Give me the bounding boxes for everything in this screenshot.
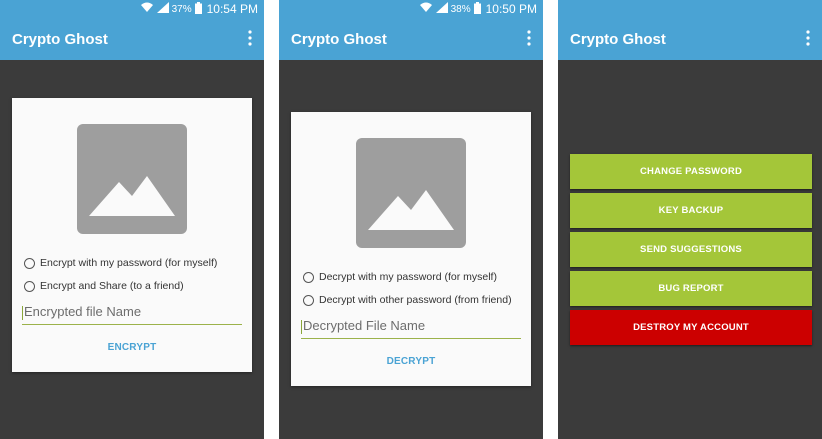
field-placeholder: Encrypted file Name	[24, 304, 142, 319]
signal-icon	[435, 2, 448, 16]
decrypt-card: Decrypt with my password (for myself) De…	[291, 112, 531, 386]
option-decrypt-myself[interactable]: Decrypt with my password (for myself)	[303, 271, 497, 283]
option-decrypt-friend[interactable]: Decrypt with other password (from friend…	[303, 294, 512, 306]
status-bar	[558, 0, 822, 18]
clock: 10:50 PM	[485, 2, 537, 16]
app-title: Crypto Ghost	[291, 30, 387, 48]
text-cursor	[22, 305, 23, 320]
overflow-menu-icon[interactable]	[248, 30, 252, 48]
key-backup-button[interactable]: KEY BACKUP	[570, 193, 812, 228]
image-placeholder-icon[interactable]	[356, 138, 466, 248]
signal-icon	[156, 2, 169, 16]
screen-encrypt: 37% 10:54 PM Crypto Ghost Encrypt with m…	[0, 0, 264, 439]
send-suggestions-button[interactable]: SEND SUGGESTIONS	[570, 232, 812, 267]
app-title: Crypto Ghost	[12, 30, 108, 48]
option-encrypt-share[interactable]: Encrypt and Share (to a friend)	[24, 280, 184, 292]
app-title: Crypto Ghost	[570, 30, 666, 48]
battery-icon	[473, 1, 481, 17]
status-bar: 38% 10:50 PM	[279, 0, 543, 18]
text-cursor	[301, 319, 302, 334]
clock: 10:54 PM	[206, 2, 258, 16]
radio-button[interactable]	[24, 280, 35, 292]
field-placeholder: Decrypted File Name	[303, 318, 426, 333]
overflow-menu-icon[interactable]	[806, 30, 810, 48]
radio-button[interactable]	[24, 257, 35, 269]
option-label: Encrypt and Share (to a friend)	[40, 280, 184, 292]
battery-percent: 38%	[450, 3, 471, 15]
encrypted-file-name-input[interactable]: Encrypted file Name	[22, 304, 242, 325]
destroy-account-button[interactable]: DESTROY MY ACCOUNT	[570, 310, 812, 345]
app-bar: Crypto Ghost	[558, 18, 822, 60]
radio-button[interactable]	[303, 294, 314, 306]
option-encrypt-myself[interactable]: Encrypt with my password (for myself)	[24, 257, 217, 269]
app-bar: Crypto Ghost	[0, 18, 264, 60]
change-password-button[interactable]: CHANGE PASSWORD	[570, 154, 812, 189]
radio-button[interactable]	[303, 271, 314, 283]
screen-decrypt: 38% 10:50 PM Crypto Ghost Decrypt with m…	[279, 0, 543, 439]
bug-report-button[interactable]: BUG REPORT	[570, 271, 812, 306]
decrypt-button[interactable]: DECRYPT	[291, 356, 531, 367]
wifi-icon	[419, 2, 433, 16]
option-label: Decrypt with other password (from friend…	[319, 294, 512, 306]
screen-settings: Crypto Ghost CHANGE PASSWORD KEY BACKUP …	[558, 0, 822, 439]
battery-icon	[194, 1, 202, 17]
wifi-icon	[140, 2, 154, 16]
image-placeholder-icon[interactable]	[77, 124, 187, 234]
battery-percent: 37%	[171, 3, 192, 15]
app-bar: Crypto Ghost	[279, 18, 543, 60]
status-bar: 37% 10:54 PM	[0, 0, 264, 18]
option-label: Encrypt with my password (for myself)	[40, 257, 218, 269]
option-label: Decrypt with my password (for myself)	[319, 271, 497, 283]
encrypt-button[interactable]: ENCRYPT	[12, 342, 252, 353]
overflow-menu-icon[interactable]	[527, 30, 531, 48]
encrypt-card: Encrypt with my password (for myself) En…	[12, 98, 252, 372]
decrypted-file-name-input[interactable]: Decrypted File Name	[301, 318, 521, 339]
